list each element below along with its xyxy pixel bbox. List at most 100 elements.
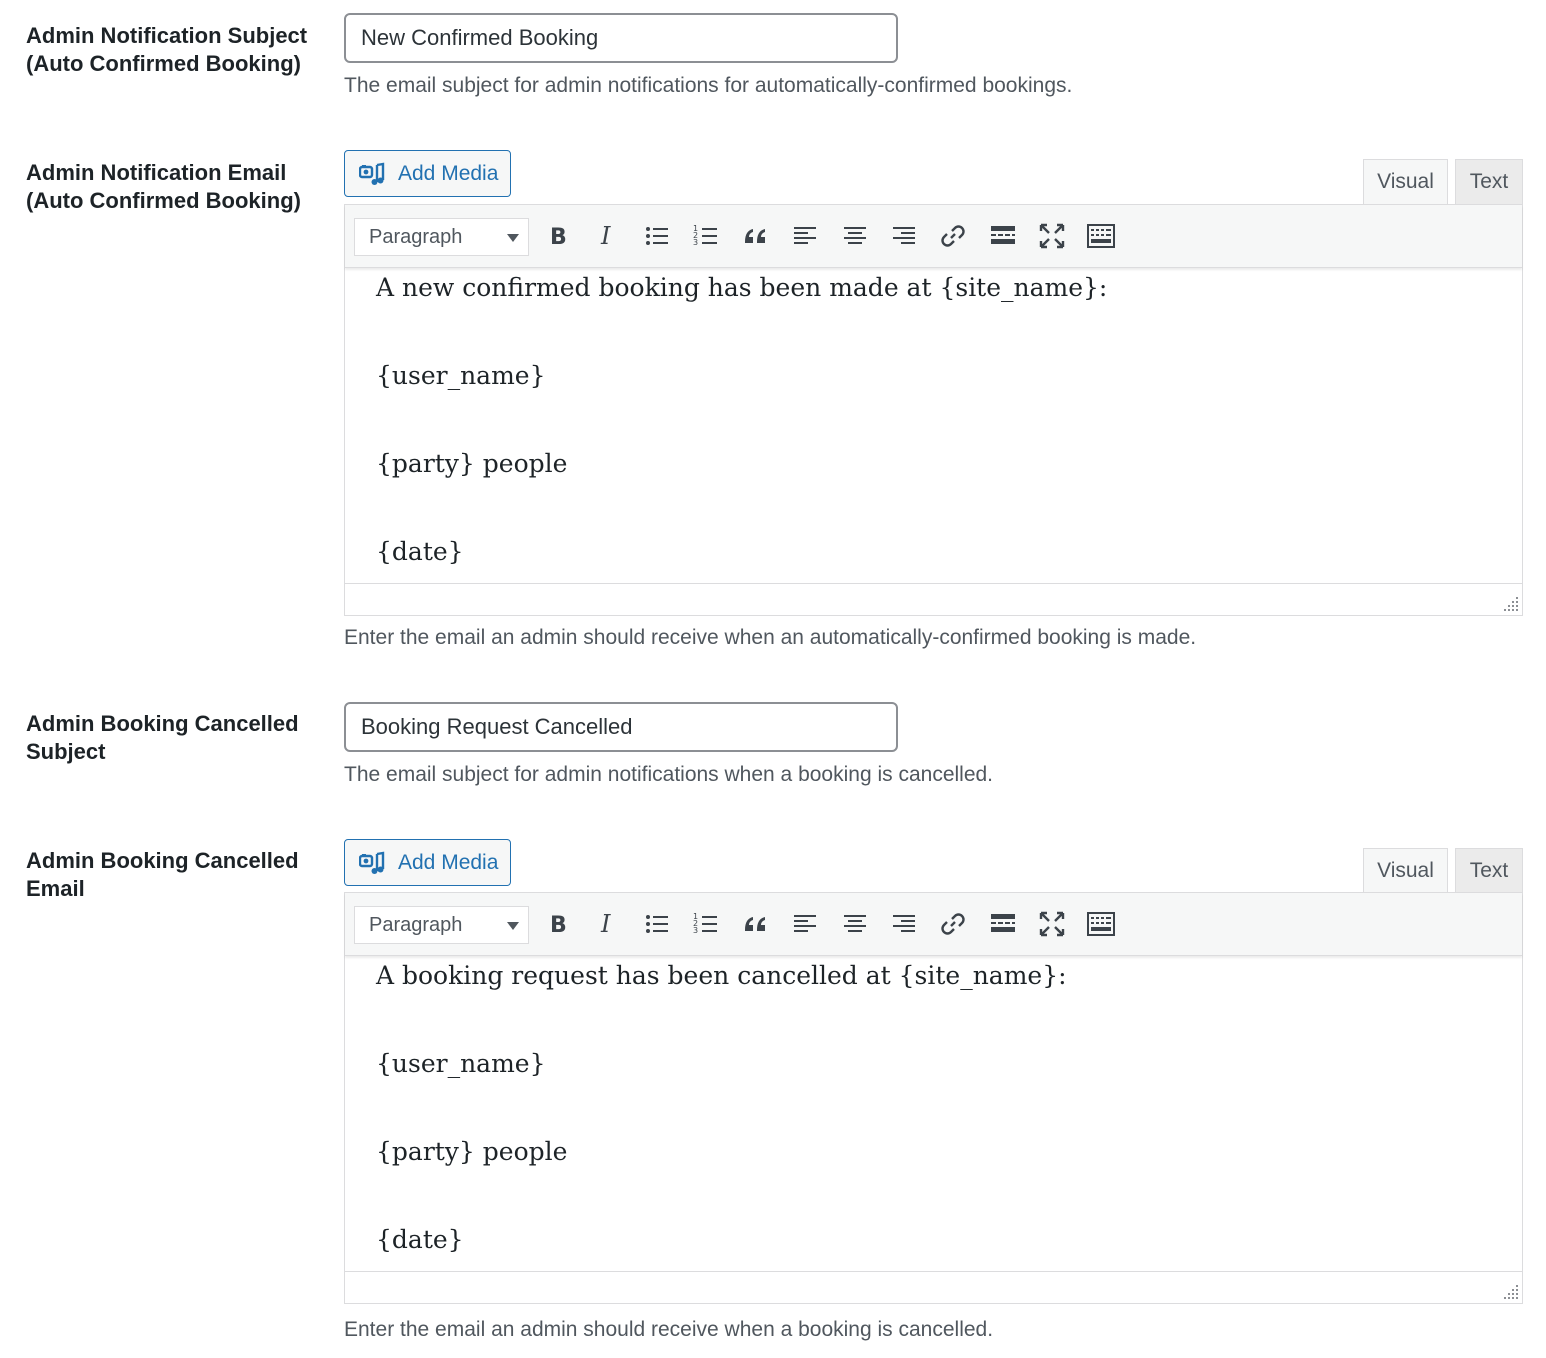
align-center-button[interactable] [838,219,872,253]
svg-text:I: I [600,910,611,938]
field-description: The email subject for admin notification… [344,763,994,786]
label-line: Admin Booking Cancelled [26,848,299,873]
field-label-admin-booking-cancelled-email: Admin Booking Cancelled Email [26,847,326,903]
svg-text:B: B [550,913,567,938]
chevron-down-icon [507,922,519,930]
bold-button[interactable]: B [541,907,575,941]
add-media-icon [359,851,385,874]
svg-text:3: 3 [693,926,698,935]
label-line: Email [26,876,85,901]
add-media-button[interactable]: Add Media [344,839,511,886]
format-select-value: Paragraph [369,913,463,936]
editor-content-area[interactable]: A new confirmed booking has been made at… [345,268,1522,583]
blockquote-button[interactable] [739,907,773,941]
fullscreen-icon [1039,223,1065,249]
bold-button[interactable]: B [541,219,575,253]
bulleted-list-icon [646,915,668,933]
svg-text:3: 3 [693,238,698,247]
numbered-list-button[interactable]: 1 2 3 [689,219,723,253]
align-right-icon [893,227,915,244]
fullscreen-button[interactable] [1035,219,1069,253]
paragraph-format-select[interactable]: Paragraph [354,218,529,256]
fullscreen-icon [1039,911,1065,937]
insert-link-button[interactable] [936,219,970,253]
numbered-list-icon: 1 2 3 [693,224,717,247]
tab-visual[interactable]: Visual [1363,159,1448,204]
align-right-button[interactable] [887,219,921,253]
italic-icon: I [600,910,611,938]
resize-handle-icon[interactable] [1504,597,1518,611]
align-left-icon [794,227,816,244]
bold-icon: B [550,913,567,938]
editor-paragraph: {party} people [376,449,568,478]
field-label-admin-notification-email: Admin Notification Email (Auto Confirmed… [26,159,326,215]
field-description: Enter the email an admin should receive … [344,1318,994,1341]
add-media-icon [359,162,385,185]
align-left-button[interactable] [788,219,822,253]
label-line: (Auto Confirmed Booking) [26,51,301,76]
editor-statusbar [345,583,1522,615]
fullscreen-button[interactable] [1035,907,1069,941]
add-media-label: Add Media [398,850,499,874]
field-description: Enter the email an admin should receive … [344,626,1197,649]
bold-icon: B [550,225,567,250]
align-right-icon [893,915,915,932]
link-icon [941,913,965,935]
label-line: Admin Notification Subject [26,23,308,48]
italic-button[interactable]: I [590,907,624,941]
editor-content-area[interactable]: A booking request has been cancelled at … [345,956,1522,1271]
italic-button[interactable]: I [590,219,624,253]
italic-icon: I [600,222,611,250]
align-right-button[interactable] [887,907,921,941]
add-media-button[interactable]: Add Media [344,150,511,197]
editor-paragraph: {user_name} [376,1049,546,1078]
editor-statusbar [345,1271,1522,1303]
align-left-button[interactable] [788,907,822,941]
align-left-icon [794,915,816,932]
format-select-value: Paragraph [369,225,463,248]
editor-paragraph: A booking request has been cancelled at … [376,961,1067,990]
read-more-button[interactable] [986,219,1020,253]
label-line: Admin Notification Email [26,160,287,185]
field-label-admin-booking-cancelled-subject: Admin Booking Cancelled Subject [26,710,326,766]
admin-notification-subject-input[interactable] [344,13,898,63]
toolbar-toggle-button[interactable] [1084,907,1118,941]
bulleted-list-button[interactable] [640,219,674,253]
blockquote-button[interactable] [739,219,773,253]
admin-booking-cancelled-subject-input[interactable] [344,702,898,752]
toolbar-toggle-button[interactable] [1084,219,1118,253]
editor-paragraph: {user_name} [376,361,546,390]
editor-paragraph: {date} [376,537,464,566]
link-icon [941,225,965,247]
field-description: The email subject for admin notification… [344,74,1073,97]
editor-toolbar: Paragraph B I 1 2 3 [345,893,1522,956]
read-more-icon [991,226,1015,244]
align-center-icon [844,915,866,932]
bulleted-list-button[interactable] [640,907,674,941]
read-more-button[interactable] [986,907,1020,941]
chevron-down-icon [507,234,519,242]
add-media-label: Add Media [398,161,499,185]
editor-paragraph: {date} [376,1225,464,1254]
email-editor: Paragraph B I 1 2 3 [344,892,1523,1304]
resize-handle-icon[interactable] [1504,1285,1518,1299]
bulleted-list-icon [646,227,668,245]
tab-text[interactable]: Text [1455,159,1523,204]
align-center-button[interactable] [838,907,872,941]
tab-visual[interactable]: Visual [1363,848,1448,893]
numbered-list-button[interactable]: 1 2 3 [689,907,723,941]
blockquote-icon [745,917,765,931]
align-center-icon [844,227,866,244]
paragraph-format-select[interactable]: Paragraph [354,906,529,944]
read-more-icon [991,914,1015,932]
toolbar-toggle-icon [1087,912,1115,936]
field-label-admin-notification-subject: Admin Notification Subject (Auto Confirm… [26,22,326,78]
email-editor: Paragraph B I 1 2 3 [344,204,1523,616]
editor-paragraph: A new confirmed booking has been made at… [376,273,1108,302]
insert-link-button[interactable] [936,907,970,941]
numbered-list-icon: 1 2 3 [693,912,717,935]
tab-text[interactable]: Text [1455,848,1523,893]
editor-paragraph: {party} people [376,1137,568,1166]
label-line: Subject [26,739,106,764]
label-line: (Auto Confirmed Booking) [26,188,301,213]
